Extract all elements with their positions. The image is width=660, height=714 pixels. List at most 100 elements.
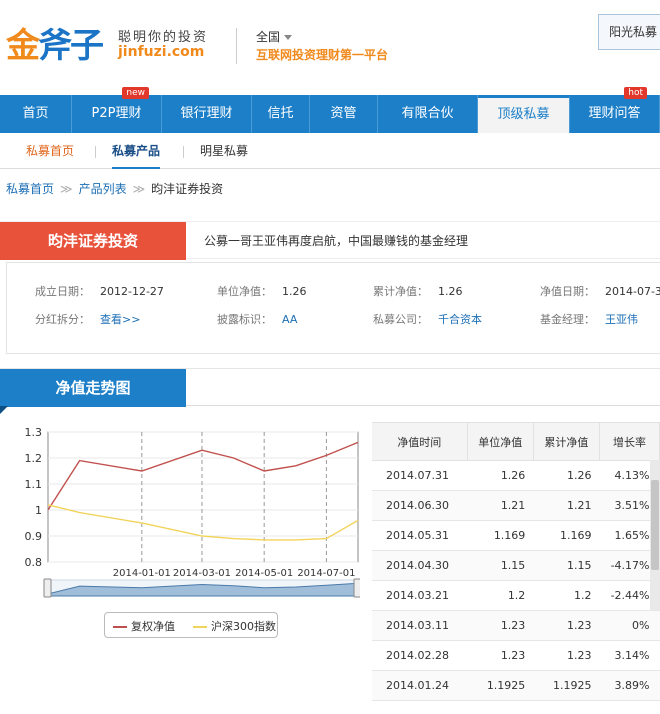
site-domain: jinfuzi.com	[118, 44, 205, 60]
table-cell-cum: 1.23	[533, 610, 600, 641]
site-slogan: 聪明你的投资	[118, 30, 209, 45]
breadcrumb-item-list[interactable]: 产品列表	[79, 182, 127, 196]
manager-link[interactable]: 王亚伟	[605, 313, 638, 326]
fund-name: 昀沣证券投资	[0, 222, 186, 260]
nav-item-label: 银行理财	[180, 106, 233, 121]
column-header-unit: 单位净值	[467, 422, 534, 461]
site-logo[interactable]: 金斧子	[6, 18, 104, 67]
table-cell-date: 2014.06.30	[372, 490, 468, 521]
y-tick-label: 1.2	[25, 452, 43, 465]
sub-nav: 私募首页 私募产品 明星私募	[0, 133, 660, 169]
table-cell-date: 2014.01.24	[372, 670, 468, 701]
x-tick-label: 2014-05-01	[235, 568, 293, 579]
table-cell-date: 2014.04.30	[372, 550, 468, 581]
table-cell-unit: 1.23	[467, 610, 534, 641]
table-scrollbar[interactable]	[650, 460, 660, 610]
table-cell-date: 2014.02.28	[372, 640, 468, 671]
setup-date: 成立日期： 2012-12-27	[35, 285, 164, 298]
nav-badge: new	[122, 87, 149, 99]
table-cell-unit: 1.15	[467, 550, 534, 581]
main-nav: 首页 P2P理财 new 银行理财 信托 资管 有限合伙 顶级私募 理财问答 hot	[0, 87, 660, 133]
fund-title-bar: 昀沣证券投资 公募一哥王亚伟再度启航，中国最赚钱的基金经理	[0, 221, 660, 260]
nav-item-label: 有限合伙	[401, 106, 454, 121]
nav-item-label: 信托	[267, 106, 294, 121]
column-header-cumulative: 累计净值	[533, 422, 600, 461]
fund-description: 公募一哥王亚伟再度启航，中国最赚钱的基金经理	[204, 234, 469, 248]
unit-nav: 单位净值： 1.26	[217, 285, 307, 298]
table-cell-date: 2014.03.11	[372, 610, 468, 641]
y-tick-label: 1	[35, 504, 42, 517]
nav-badge: hot	[624, 87, 647, 99]
subnav-item-home[interactable]: 私募首页	[26, 133, 74, 169]
navigator-handle-right	[353, 578, 362, 598]
nav-history-table: 净值时间 单位净值 累计净值 增长率 2014.07.31 1.26 1.26 4.1…	[372, 422, 660, 701]
table-header-row: 净值时间 单位净值 累计净值 增长率	[372, 422, 660, 461]
x-tick-label: 2014-01-01	[113, 568, 171, 579]
nav-item-3[interactable]: 信托	[252, 95, 310, 133]
table-row: 2014.03.11 1.23 1.23 0%	[372, 610, 660, 641]
table-cell-unit: 1.23	[467, 640, 534, 671]
fund-info-panel: 成立日期： 2012-12-27 单位净值： 1.26 累计净值： 1.26 净值日期…	[6, 262, 660, 354]
subnav-item-products[interactable]: 私募产品	[112, 133, 161, 169]
nav-item-6[interactable]: 顶级私募	[478, 95, 570, 133]
legend-item-csi300[interactable]: 沪深300指数	[193, 618, 276, 634]
table-cell-cum: 1.169	[533, 520, 600, 551]
region-selector[interactable]: 全国	[256, 28, 293, 45]
subnav-divider	[183, 146, 184, 158]
nav-item-1[interactable]: P2P理财 new	[72, 87, 162, 133]
y-tick-label: 1.3	[25, 426, 43, 439]
x-tick-label: 2014-03-01	[173, 568, 231, 579]
chart-section-header: 净值走势图	[0, 368, 660, 407]
breadcrumb-separator: ≫	[132, 182, 146, 196]
breadcrumb-item-home[interactable]: 私募首页	[6, 182, 54, 196]
nav-item-7[interactable]: 理财问答 hot	[570, 87, 660, 133]
cumulative-nav: 累计净值： 1.26	[373, 285, 463, 298]
nav-item-2[interactable]: 银行理财	[162, 95, 252, 133]
x-tick-label: 2014-07-01	[297, 568, 355, 579]
breadcrumb-separator: ≫	[60, 182, 73, 196]
nav-item-5[interactable]: 有限合伙	[378, 95, 478, 133]
table-cell-cum: 1.2	[533, 580, 600, 611]
company-link[interactable]: 千合资本	[438, 313, 482, 326]
table-row: 2014.06.30 1.21 1.21 3.51%	[372, 490, 660, 521]
nav-item-4[interactable]: 资管	[310, 95, 378, 133]
search-input[interactable]: 阳光私募	[598, 14, 660, 50]
nav-date: 净值日期：2014-07-31	[540, 285, 660, 298]
table-cell-cum: 1.15	[533, 550, 600, 581]
disclosure: 披露标识： AA	[217, 313, 298, 326]
table-row: 2014.01.24 1.1925 1.1925 3.89%	[372, 670, 660, 701]
dividend-view-link[interactable]: 查看>>	[100, 313, 140, 326]
nav-item-label: 资管	[330, 106, 357, 121]
legend-swatch	[113, 626, 127, 628]
chart-legend: 复权净值 沪深300指数	[104, 612, 278, 638]
column-header-date: 净值时间	[372, 422, 468, 461]
table-cell-unit: 1.26	[467, 460, 534, 491]
site-tagline: 互联网投资理财第一平台	[256, 48, 389, 62]
legend-item-adjusted-nav[interactable]: 复权净值	[113, 618, 175, 634]
nav-item-label: 理财问答	[588, 106, 641, 121]
scrollbar-thumb[interactable]	[651, 480, 659, 570]
table-row: 2014.04.30 1.15 1.15 -4.17%	[372, 550, 660, 581]
nav-item-label: P2P理财	[91, 106, 142, 121]
info-row: 分红拆分： 查看>> 披露标识： AA 私募公司： 千合资本 基金经理： 王亚伟	[7, 311, 660, 331]
table-cell-growth: 3.14%	[599, 640, 660, 671]
subnav-item-stars[interactable]: 明星私募	[200, 133, 248, 169]
y-tick-label: 0.8	[25, 556, 43, 569]
table-row: 2014.03.21 1.2 1.2 -2.44%	[372, 580, 660, 611]
table-cell-date: 2014.05.31	[372, 520, 468, 551]
table-cell-date: 2014.03.21	[372, 580, 468, 611]
navigator-handle-left	[43, 578, 52, 598]
table-row: 2014.02.28 1.23 1.23 3.14%	[372, 640, 660, 671]
y-tick-label: 0.9	[25, 530, 43, 543]
table-cell-growth: 3.89%	[599, 670, 660, 701]
column-header-growth: 增长率	[599, 422, 660, 461]
table-cell-date: 2014.07.31	[372, 460, 468, 491]
breadcrumb-item-current: 昀沣证券投资	[151, 182, 224, 196]
header-divider	[236, 28, 237, 64]
chart-section-title: 净值走势图	[0, 369, 186, 407]
table-cell-cum: 1.26	[533, 460, 600, 491]
info-row: 成立日期： 2012-12-27 单位净值： 1.26 累计净值： 1.26 净值日期…	[7, 283, 660, 303]
table-cell-cum: 1.1925	[533, 670, 600, 701]
table-cell-unit: 1.2	[467, 580, 534, 611]
nav-item-0[interactable]: 首页	[0, 95, 72, 133]
